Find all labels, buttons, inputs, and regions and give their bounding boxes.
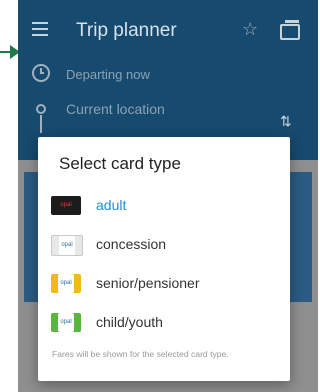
option-label: senior/pensioner <box>96 275 200 291</box>
opal-card-concession-icon: opal <box>51 235 83 256</box>
option-label: child/youth <box>96 314 163 330</box>
option-child[interactable]: opal child/youth <box>38 306 290 340</box>
from-location-field[interactable]: Current location <box>66 101 165 117</box>
option-senior[interactable]: opal senior/pensioner <box>38 267 290 301</box>
dialog-title: Select card type <box>59 154 181 173</box>
pointer-arrow-icon <box>0 45 20 59</box>
trip-header: Trip planner ☆ Departing now Current loc… <box>18 0 318 160</box>
card-type-dialog: Select card type opal adult opal concess… <box>38 137 290 381</box>
option-adult[interactable]: opal adult <box>38 189 290 223</box>
opal-card-senior-icon: opal <box>51 274 81 293</box>
option-label: concession <box>96 236 167 252</box>
option-label: adult <box>96 197 127 213</box>
dialog-note: Fares will be shown for the selected car… <box>52 349 229 359</box>
option-concession[interactable]: opal concession <box>38 228 290 262</box>
page-title: Trip planner <box>76 20 177 41</box>
route-line <box>40 115 42 133</box>
star-icon[interactable]: ☆ <box>242 19 258 40</box>
clock-icon <box>32 64 50 82</box>
app-screen: Trip planner ☆ Departing now Current loc… <box>18 0 318 392</box>
location-pin-icon <box>36 104 46 114</box>
cards-icon[interactable] <box>280 20 300 40</box>
opal-card-adult-icon: opal <box>51 196 81 215</box>
swap-icon[interactable]: ⇅ <box>280 113 292 130</box>
opal-card-child-icon: opal <box>51 313 81 332</box>
hamburger-icon[interactable] <box>32 22 48 36</box>
departing-time[interactable]: Departing now <box>66 67 150 82</box>
